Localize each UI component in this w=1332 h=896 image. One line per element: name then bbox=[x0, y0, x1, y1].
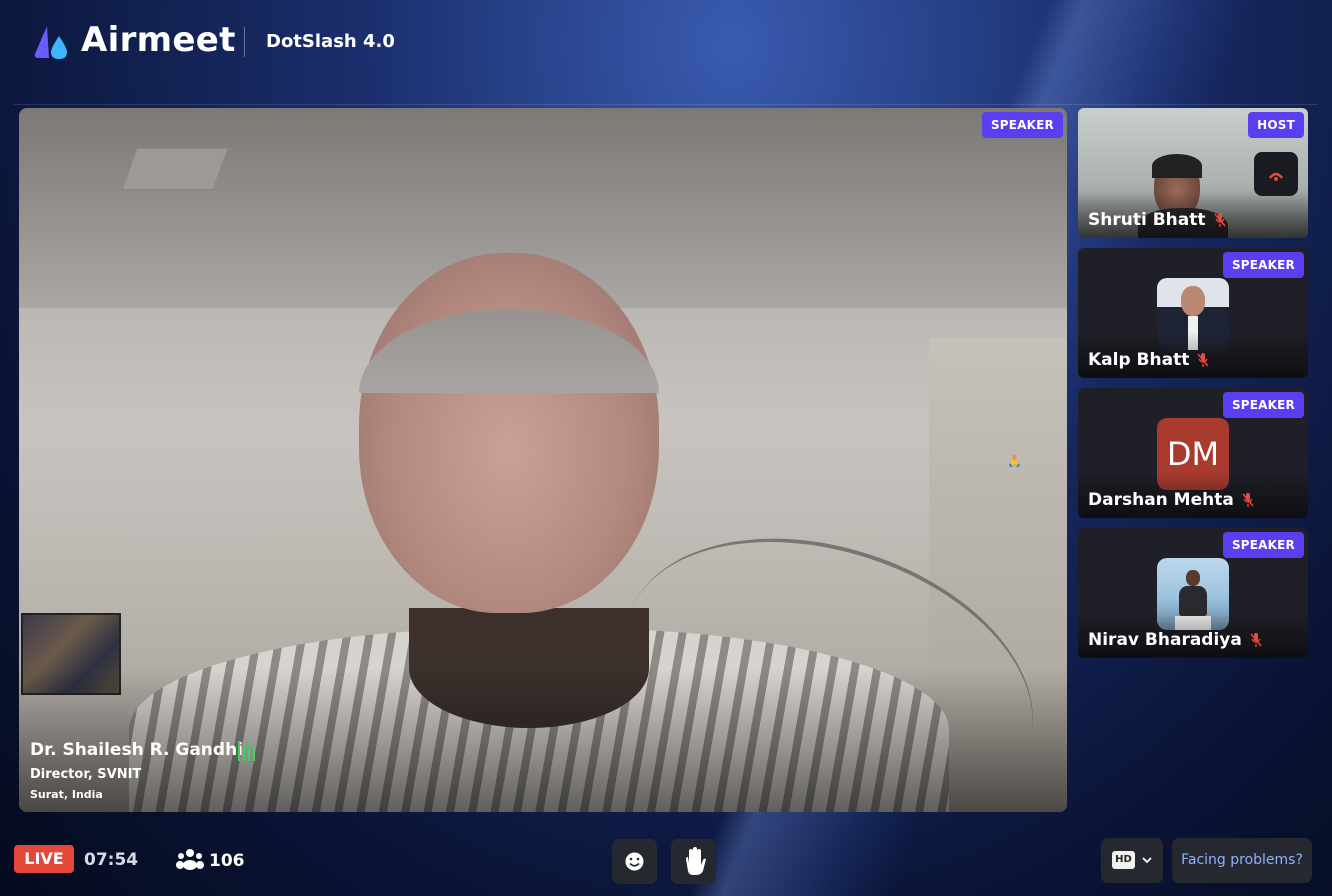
participant-name-row: Nirav Bharadiya bbox=[1088, 630, 1262, 650]
speaker-name: Dr. Shailesh R. Gandhi bbox=[30, 740, 243, 760]
mic-muted-icon bbox=[1250, 633, 1262, 647]
emoji-reaction-button[interactable] bbox=[612, 839, 657, 884]
speaker-role-badge: SPEAKER bbox=[1222, 532, 1304, 558]
video-quality-selector[interactable]: HD bbox=[1101, 838, 1163, 883]
speaker-face bbox=[359, 253, 659, 613]
participant-name: Shruti Bhatt bbox=[1088, 210, 1206, 230]
participant-tile-speaker[interactable]: SPEAKER Nirav Bharadiya bbox=[1078, 528, 1308, 658]
audio-level-icon bbox=[238, 741, 258, 761]
airmeet-logo-icon bbox=[34, 26, 67, 59]
participant-name-row: Kalp Bhatt bbox=[1088, 350, 1209, 370]
mic-muted-icon bbox=[1197, 353, 1209, 367]
speaker-role-badge: SPEAKER bbox=[1222, 392, 1304, 418]
participant-name: Kalp Bhatt bbox=[1088, 350, 1190, 370]
facing-problems-button[interactable]: Facing problems? bbox=[1172, 838, 1312, 883]
header-divider bbox=[244, 27, 245, 57]
participant-name-row: Shruti Bhatt bbox=[1088, 210, 1226, 230]
hd-label: HD bbox=[1112, 851, 1135, 869]
participant-tile-speaker[interactable]: SPEAKER Kalp Bhatt bbox=[1078, 248, 1308, 378]
participant-tile-speaker[interactable]: DM SPEAKER Darshan Mehta bbox=[1078, 388, 1308, 518]
participant-name: Nirav Bharadiya bbox=[1088, 630, 1242, 650]
speaker-title: Director, SVNIT bbox=[30, 767, 142, 782]
participant-name: Darshan Mehta bbox=[1088, 490, 1234, 510]
live-badge: LIVE bbox=[14, 845, 74, 873]
main-speaker-video[interactable]: 🙏 SPEAKER Dr. Shailesh R. Gandhi Directo… bbox=[19, 108, 1067, 812]
participant-video-hair bbox=[1152, 154, 1202, 178]
brand-name: Airmeet bbox=[81, 20, 236, 60]
event-name: DotSlash 4.0 bbox=[266, 31, 395, 52]
participant-name-row: Darshan Mehta bbox=[1088, 490, 1254, 510]
participant-tile-host[interactable]: HOST Shruti Bhatt bbox=[1078, 108, 1308, 238]
mic-muted-icon bbox=[1242, 493, 1254, 507]
speaker-role-badge: SPEAKER bbox=[1222, 252, 1304, 278]
elapsed-time: 07:54 bbox=[84, 850, 139, 870]
emoji-icon bbox=[625, 852, 644, 871]
mic-muted-icon bbox=[1213, 213, 1226, 227]
host-role-badge: HOST bbox=[1248, 112, 1304, 138]
people-icon[interactable] bbox=[176, 848, 204, 870]
raise-hand-icon bbox=[686, 847, 706, 875]
background-vent bbox=[121, 148, 229, 190]
top-bar: Airmeet DotSlash 4.0 bbox=[0, 0, 1332, 105]
header-separator bbox=[14, 104, 1318, 105]
attendee-count[interactable]: 106 bbox=[209, 851, 245, 871]
camera-control-button[interactable] bbox=[1254, 152, 1298, 196]
reaction-emoji: 🙏 bbox=[1007, 454, 1022, 468]
camera-off-icon bbox=[1269, 172, 1283, 181]
raise-hand-button[interactable] bbox=[671, 839, 716, 884]
chevron-down-icon bbox=[1142, 857, 1152, 864]
speaker-role-badge: SPEAKER bbox=[981, 112, 1063, 138]
speaker-location: Surat, India bbox=[30, 788, 103, 801]
